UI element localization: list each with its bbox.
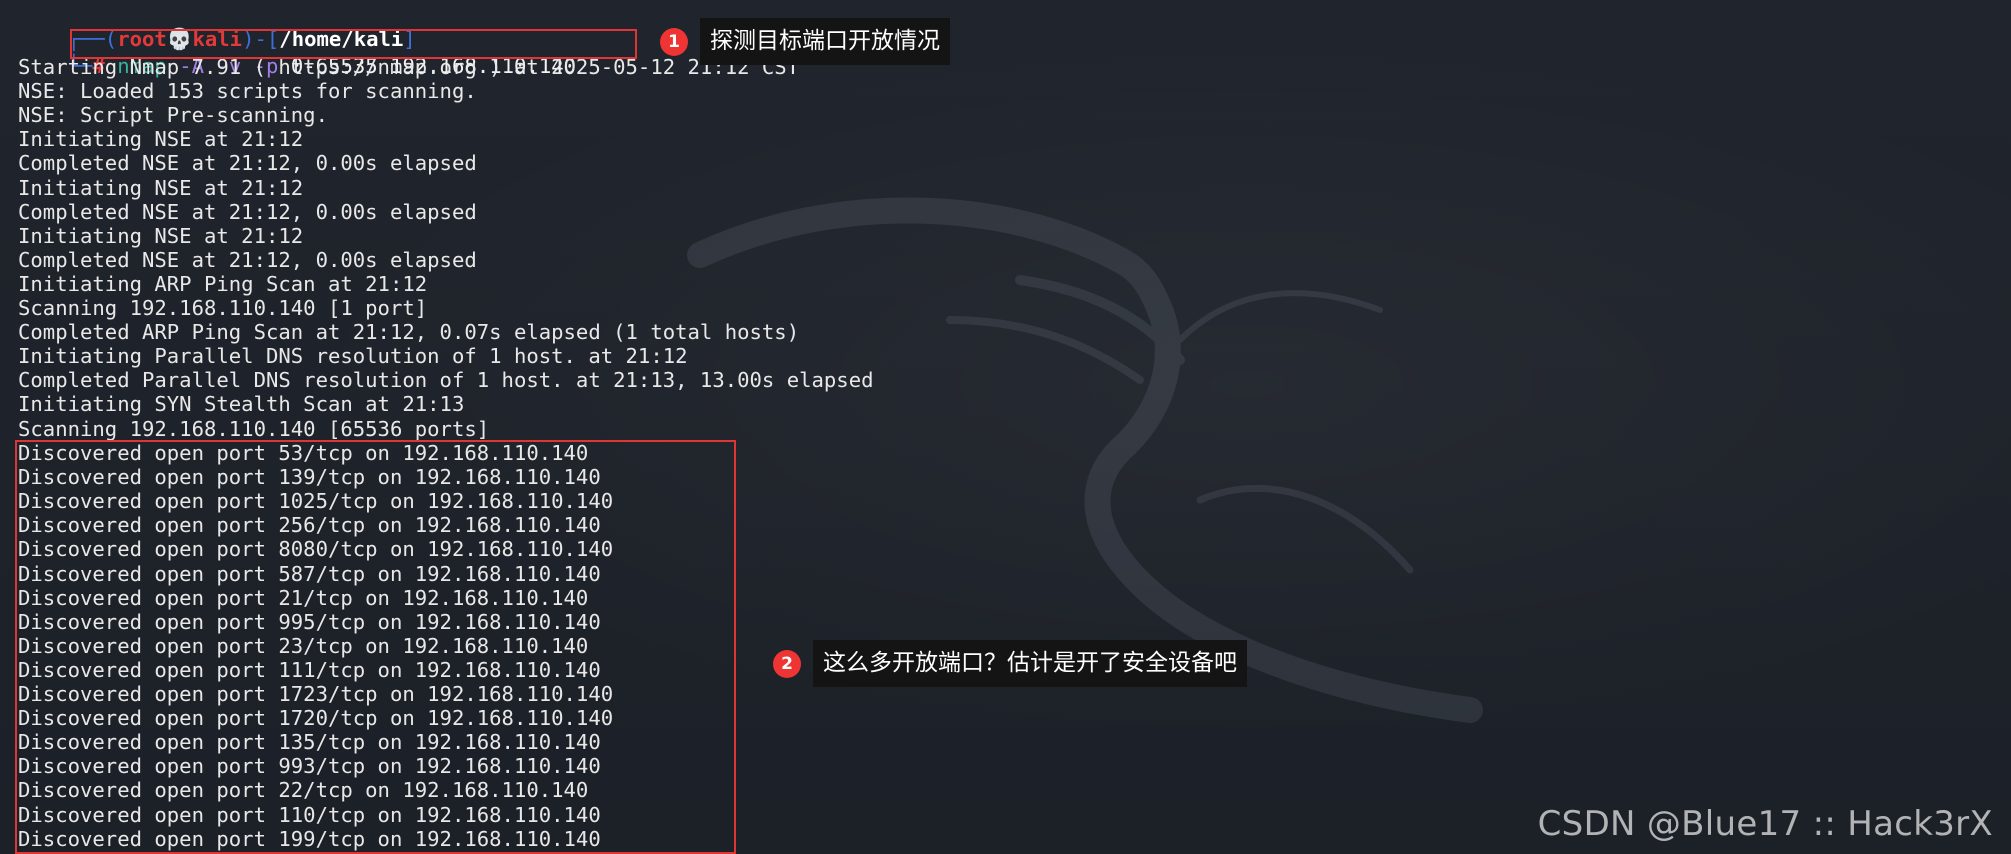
output-line: Completed NSE at 21:12, 0.00s elapsed — [18, 247, 477, 272]
annotation-text-2: 这么多开放端口？估计是开了安全设备吧 — [813, 640, 1247, 687]
output-line: Completed ARP Ping Scan at 21:12, 0.07s … — [18, 320, 800, 345]
csdn-watermark: CSDN @Blue17 :: Hack3rX — [1537, 804, 1993, 844]
open-port-line: Discovered open port 139/tcp on 192.168.… — [18, 465, 601, 490]
open-port-line: Discovered open port 22/tcp on 192.168.1… — [18, 778, 589, 803]
open-port-line: Discovered open port 199/tcp on 192.168.… — [18, 826, 601, 851]
open-port-line: Discovered open port 995/tcp on 192.168.… — [18, 609, 601, 634]
open-port-line: Discovered open port 8080/tcp on 192.168… — [18, 537, 614, 562]
annotation-badge-2: 2 — [773, 649, 801, 678]
annotation-2: 2 这么多开放端口？估计是开了安全设备吧 — [773, 640, 1247, 687]
output-line: Completed Parallel DNS resolution of 1 h… — [18, 368, 874, 393]
open-port-line: Discovered open port 1720/tcp on 192.168… — [18, 706, 614, 731]
output-line: Scanning 192.168.110.140 [65536 ports] — [18, 416, 490, 441]
output-line: Completed NSE at 21:12, 0.00s elapsed — [18, 199, 477, 224]
output-line: Initiating ARP Ping Scan at 21:12 — [18, 271, 428, 296]
open-port-line: Discovered open port 1723/tcp on 192.168… — [18, 682, 614, 706]
open-port-line: Discovered open port 1025/tcp on 192.168… — [18, 489, 614, 514]
output-line: Initiating SYN Stealth Scan at 21:13 — [18, 392, 465, 417]
open-port-line: Discovered open port 53/tcp on 192.168.1… — [18, 441, 589, 465]
output-line: Initiating NSE at 21:12 — [18, 175, 304, 200]
open-port-line: Discovered open port 111/tcp on 192.168.… — [18, 657, 601, 682]
prompt-line-2: └─# nmap -A -v -p 0-65535 192.168.110.14… — [18, 30, 576, 78]
open-port-line: Discovered open port 993/tcp on 192.168.… — [18, 754, 601, 779]
open-port-line: Discovered open port 135/tcp on 192.168.… — [18, 730, 601, 755]
annotation-1: 1 探测目标端口开放情况 — [660, 18, 950, 65]
output-line: Initiating NSE at 21:12 — [18, 223, 304, 248]
output-line: Initiating NSE at 21:12 — [18, 127, 304, 152]
output-line: Scanning 192.168.110.140 [1 port] — [18, 296, 428, 320]
open-port-line: Discovered open port 110/tcp on 192.168.… — [18, 802, 601, 827]
annotation-text-1: 探测目标端口开放情况 — [700, 18, 950, 65]
open-port-line: Discovered open port 21/tcp on 192.168.1… — [18, 585, 589, 610]
terminal-window[interactable]: ┌──(root💀kali)-[/home/kali] └─# nmap -A … — [0, 0, 2011, 854]
open-port-line: Discovered open port 23/tcp on 192.168.1… — [18, 633, 589, 658]
prompt-line-1: ┌──(root💀kali)-[/home/kali] — [18, 3, 416, 51]
open-port-line: Discovered open port 587/tcp on 192.168.… — [18, 561, 601, 586]
annotation-badge-1: 1 — [660, 27, 688, 56]
output-line: NSE: Loaded 153 scripts for scanning. — [18, 79, 477, 104]
output-line: Initiating Parallel DNS resolution of 1 … — [18, 344, 688, 369]
output-line: NSE: Script Pre-scanning. — [18, 103, 328, 128]
output-line: Completed NSE at 21:12, 0.00s elapsed — [18, 151, 477, 176]
open-port-line: Discovered open port 256/tcp on 192.168.… — [18, 513, 601, 538]
